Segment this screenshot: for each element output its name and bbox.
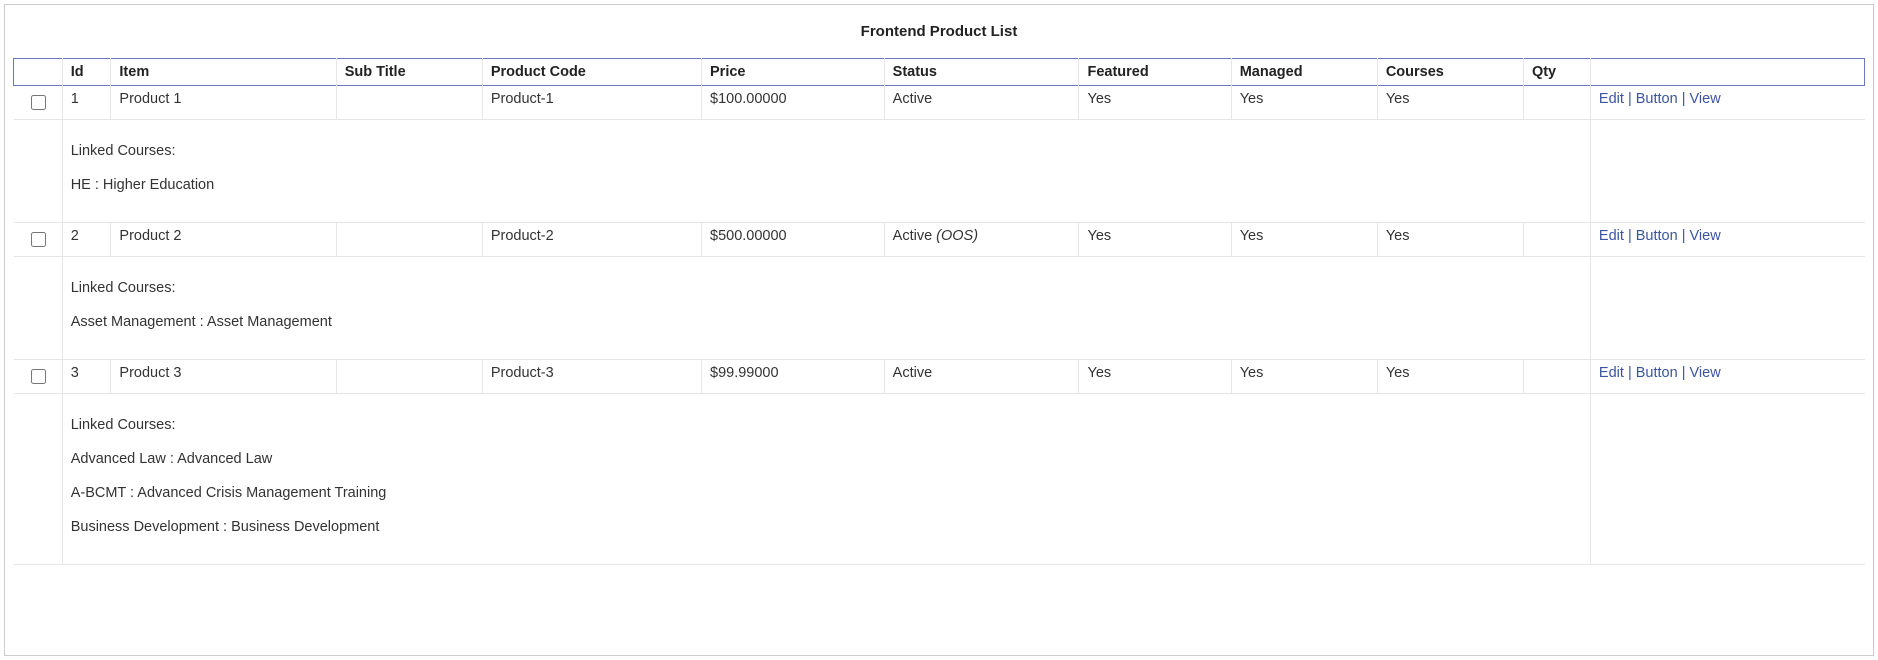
status-suffix: (OOS) [936, 228, 978, 244]
cell-item: Product 2 [111, 223, 336, 257]
cell-courses: Yes [1377, 86, 1523, 120]
action-separator: | [1678, 91, 1690, 107]
cell-qty [1523, 223, 1590, 257]
view-link[interactable]: View [1690, 228, 1721, 244]
edit-link[interactable]: Edit [1599, 228, 1624, 244]
cell-price: $500.00000 [702, 223, 885, 257]
cell-managed: Yes [1231, 86, 1377, 120]
linked-course-item: Business Development : Business Developm… [71, 519, 1582, 535]
row-checkbox[interactable] [31, 232, 46, 247]
linked-courses-row: Linked Courses: Advanced Law : Advanced L… [14, 394, 1865, 565]
edit-link[interactable]: Edit [1599, 365, 1624, 381]
col-courses: Courses [1377, 59, 1523, 86]
row-checkbox[interactable] [31, 369, 46, 384]
col-actions [1590, 59, 1864, 86]
linked-course-item: A-BCMT : Advanced Crisis Management Trai… [71, 485, 1582, 501]
detail-actions-spacer [1590, 120, 1864, 223]
button-link[interactable]: Button [1636, 228, 1678, 244]
action-separator: | [1624, 365, 1636, 381]
cell-actions: Edit | Button | View [1590, 223, 1864, 257]
cell-qty [1523, 86, 1590, 120]
cell-sub-title [336, 86, 482, 120]
cell-status: Active (OOS) [884, 223, 1079, 257]
linked-course-item: Advanced Law : Advanced Law [71, 451, 1582, 467]
col-price: Price [702, 59, 885, 86]
status-text: Active [893, 228, 937, 244]
cell-courses: Yes [1377, 360, 1523, 394]
cell-id: 1 [62, 86, 111, 120]
action-separator: | [1624, 228, 1636, 244]
table-row: 2Product 2Product-2$500.00000Active (OOS… [14, 223, 1865, 257]
cell-status: Active [884, 86, 1079, 120]
cell-status: Active [884, 360, 1079, 394]
cell-actions: Edit | Button | View [1590, 86, 1864, 120]
cell-sub-title [336, 223, 482, 257]
col-id: Id [62, 59, 111, 86]
linked-courses-row: Linked Courses: HE : Higher Education [14, 120, 1865, 223]
cell-featured: Yes [1079, 360, 1231, 394]
col-featured: Featured [1079, 59, 1231, 86]
cell-product-code: Product-1 [482, 86, 701, 120]
cell-item: Product 3 [111, 360, 336, 394]
col-product-code: Product Code [482, 59, 701, 86]
edit-link[interactable]: Edit [1599, 91, 1624, 107]
row-checkbox-cell [14, 86, 63, 120]
action-separator: | [1678, 228, 1690, 244]
col-qty: Qty [1523, 59, 1590, 86]
action-separator: | [1678, 365, 1690, 381]
linked-courses-cell: Linked Courses: HE : Higher Education [62, 120, 1590, 223]
col-managed: Managed [1231, 59, 1377, 86]
cell-managed: Yes [1231, 360, 1377, 394]
action-separator: | [1624, 91, 1636, 107]
linked-course-item: HE : Higher Education [71, 177, 1582, 193]
cell-sub-title [336, 360, 482, 394]
cell-product-code: Product-2 [482, 223, 701, 257]
linked-courses-row: Linked Courses: Asset Management : Asset … [14, 257, 1865, 360]
detail-spacer [14, 120, 63, 223]
status-text: Active [893, 91, 933, 107]
view-link[interactable]: View [1690, 91, 1721, 107]
cell-managed: Yes [1231, 223, 1377, 257]
cell-actions: Edit | Button | View [1590, 360, 1864, 394]
col-sub-title: Sub Title [336, 59, 482, 86]
row-checkbox-cell [14, 360, 63, 394]
row-checkbox[interactable] [31, 95, 46, 110]
table-header-row: Id Item Sub Title Product Code Price Sta… [14, 59, 1865, 86]
cell-qty [1523, 360, 1590, 394]
page-title: Frontend Product List [13, 13, 1865, 58]
status-text: Active [893, 365, 933, 381]
product-table: Id Item Sub Title Product Code Price Sta… [13, 58, 1865, 565]
detail-spacer [14, 257, 63, 360]
cell-product-code: Product-3 [482, 360, 701, 394]
view-link[interactable]: View [1690, 365, 1721, 381]
linked-courses-label: Linked Courses: [71, 280, 1582, 296]
detail-actions-spacer [1590, 394, 1864, 565]
cell-price: $100.00000 [702, 86, 885, 120]
linked-courses-cell: Linked Courses: Advanced Law : Advanced L… [62, 394, 1590, 565]
row-checkbox-cell [14, 223, 63, 257]
linked-courses-label: Linked Courses: [71, 143, 1582, 159]
detail-spacer [14, 394, 63, 565]
cell-courses: Yes [1377, 223, 1523, 257]
col-checkbox [14, 59, 63, 86]
table-row: 3Product 3Product-3$99.99000ActiveYesYes… [14, 360, 1865, 394]
col-status: Status [884, 59, 1079, 86]
linked-courses-cell: Linked Courses: Asset Management : Asset … [62, 257, 1590, 360]
list-panel: Frontend Product List Id Item Sub Title … [4, 4, 1874, 656]
button-link[interactable]: Button [1636, 91, 1678, 107]
table-row: 1Product 1Product-1$100.00000ActiveYesYe… [14, 86, 1865, 120]
cell-item: Product 1 [111, 86, 336, 120]
col-item: Item [111, 59, 336, 86]
cell-price: $99.99000 [702, 360, 885, 394]
cell-featured: Yes [1079, 223, 1231, 257]
linked-course-item: Asset Management : Asset Management [71, 314, 1582, 330]
linked-courses-label: Linked Courses: [71, 417, 1582, 433]
cell-id: 2 [62, 223, 111, 257]
cell-featured: Yes [1079, 86, 1231, 120]
cell-id: 3 [62, 360, 111, 394]
button-link[interactable]: Button [1636, 365, 1678, 381]
detail-actions-spacer [1590, 257, 1864, 360]
